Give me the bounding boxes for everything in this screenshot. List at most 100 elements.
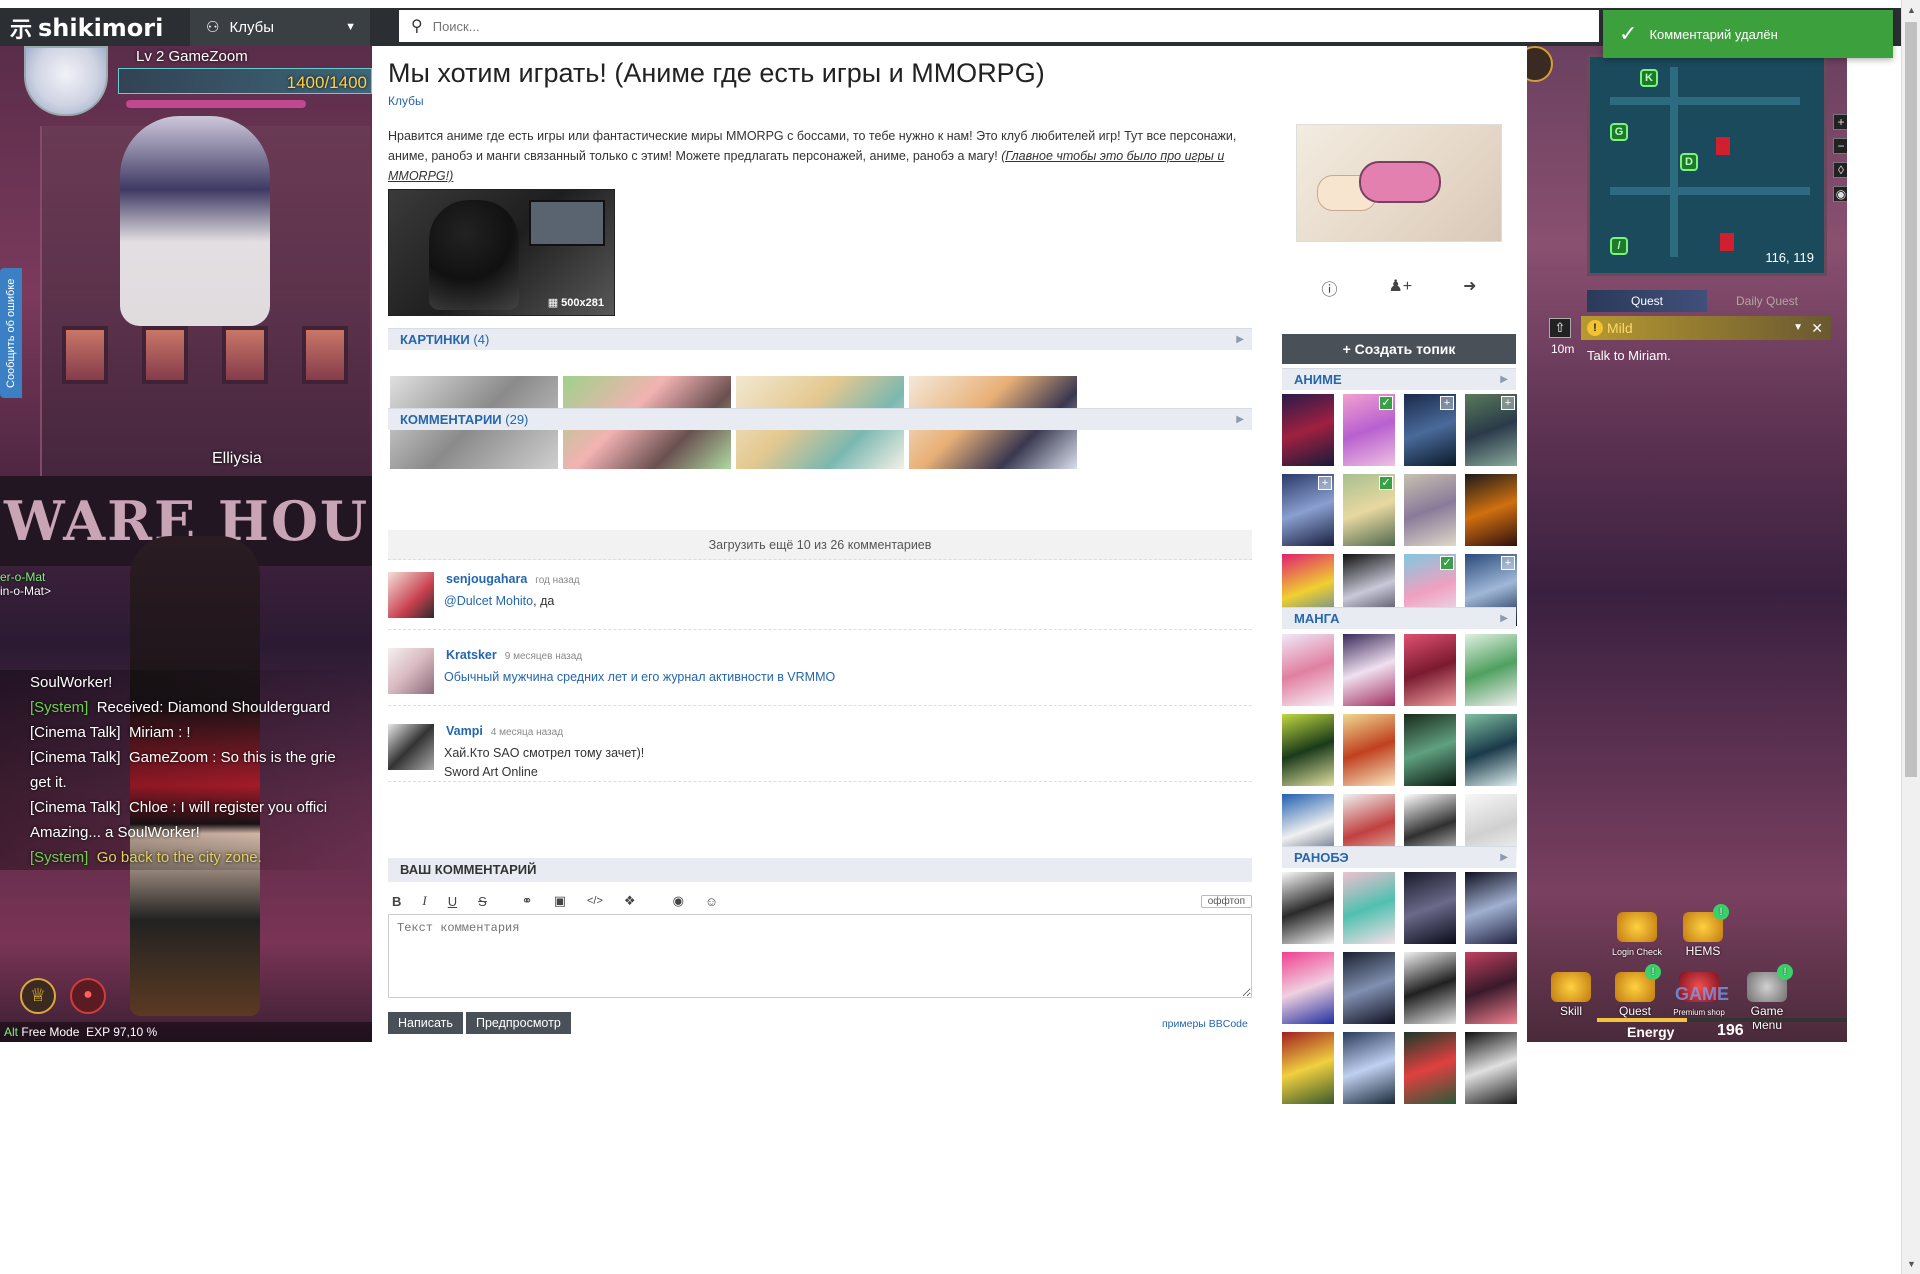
pictures-section-header[interactable]: КАРТИНКИ (4) ▶ [388, 328, 1252, 350]
notification-toast[interactable]: ✓ Комментарий удалён [1603, 10, 1893, 58]
club-image[interactable]: ▦ 500x281 [388, 189, 615, 316]
ranobe-cover[interactable] [1343, 952, 1395, 1024]
scroll-up-icon[interactable]: ▲ [1902, 2, 1920, 18]
italic-button[interactable]: I [422, 893, 426, 909]
upload-icon[interactable]: ◉ [673, 893, 684, 909]
manga-cover[interactable] [1282, 714, 1334, 786]
offtopic-toggle[interactable]: оффтоп [1200, 894, 1252, 908]
anime-grid: ✓ + + + ✓ ✓ + [1282, 394, 1517, 626]
manga-cover[interactable] [1465, 634, 1517, 706]
comment-author[interactable]: Vampi 4 месяца назад [446, 724, 563, 738]
anime-cover[interactable]: ✓ [1343, 474, 1395, 546]
comment-author[interactable]: senjougahara год назад [446, 572, 580, 586]
manga-section-header[interactable]: МАНГА ▶ [1282, 607, 1516, 629]
ranobe-cover[interactable] [1465, 872, 1517, 944]
tab-daily-quest[interactable]: Daily Quest [1707, 290, 1827, 312]
anime-cover[interactable]: + [1404, 394, 1456, 466]
achievement-icon[interactable] [1527, 46, 1553, 82]
manga-cover[interactable] [1404, 634, 1456, 706]
manga-cover[interactable] [1282, 634, 1334, 706]
info-icon[interactable]: ⓘ [1321, 276, 1337, 300]
manga-cover[interactable] [1465, 714, 1517, 786]
clubs-dropdown[interactable]: ⚇ Клубы ▼ [190, 8, 370, 46]
comments-section-header[interactable]: КОММЕНТАРИИ (29) ▶ [388, 408, 1252, 430]
page-scrollbar[interactable]: ▲ ▼ [1901, 0, 1920, 1274]
create-topic-button[interactable]: + Создать топик [1282, 334, 1516, 364]
preview-button[interactable]: Предпросмотр [466, 1012, 571, 1034]
ranobe-cover[interactable] [1404, 872, 1456, 944]
chat-line: [System] Go back to the city zone. [30, 845, 372, 870]
close-icon[interactable]: ✕ [1811, 316, 1823, 340]
npc-sub: in-o-Mat> [0, 584, 52, 598]
submit-button[interactable]: Написать [388, 1012, 463, 1034]
minimap[interactable]: K G D / 116, 119 [1587, 54, 1827, 276]
lock-icon[interactable]: ● [70, 978, 106, 1014]
compass-icon[interactable]: ◊ [1833, 162, 1847, 178]
breadcrumb[interactable]: Клубы [388, 94, 424, 108]
manga-cover[interactable] [1343, 634, 1395, 706]
comments-count: (29) [505, 412, 529, 427]
ranobe-cover[interactable] [1282, 1032, 1334, 1104]
skill-button[interactable]: Skill [1543, 972, 1599, 1018]
ranobe-cover[interactable] [1282, 872, 1334, 944]
comment-time: 9 месяцев назад [504, 651, 583, 662]
anime-cover[interactable]: + [1282, 474, 1334, 546]
chat-channel: [System] [30, 849, 89, 866]
quest-button[interactable]: ! Quest [1607, 964, 1663, 1018]
chat-line: [Cinema Talk] Miriam : ! [30, 720, 372, 745]
comment-textarea[interactable] [388, 914, 1252, 998]
anime-cover[interactable]: + [1465, 394, 1517, 466]
ranobe-cover[interactable] [1465, 1032, 1517, 1104]
bbcode-link[interactable]: примеры BBCode [1162, 1018, 1248, 1030]
smiley-icon[interactable]: ☺ [705, 894, 718, 909]
spoiler-icon[interactable]: ❖ [624, 893, 636, 909]
bold-button[interactable]: B [392, 894, 401, 909]
site-logo[interactable]: 示 shikimori [10, 10, 163, 46]
comment: senjougahara год назад @Dulcet Mohito, да [388, 568, 1252, 630]
leave-icon[interactable]: ➜ [1463, 276, 1476, 300]
ranobe-cover[interactable] [1343, 872, 1395, 944]
avatar[interactable] [388, 572, 434, 618]
ranobe-section-header[interactable]: РАНОБЭ ▶ [1282, 846, 1516, 868]
trophy-icon[interactable]: ♕ [20, 978, 56, 1014]
pictures-count: (4) [473, 332, 490, 347]
strike-button[interactable]: S [478, 894, 487, 909]
anime-cover[interactable] [1465, 474, 1517, 546]
manga-cover[interactable] [1404, 714, 1456, 786]
quest-header[interactable]: ! Mild ▼ ✕ [1581, 316, 1831, 340]
ranobe-cover[interactable] [1282, 952, 1334, 1024]
tab-quest[interactable]: Quest [1587, 290, 1707, 312]
ranobe-cover[interactable] [1465, 952, 1517, 1024]
load-more-comments[interactable]: Загрузить ещё 10 из 26 комментариев [388, 530, 1252, 560]
zoom-in-icon[interactable]: + [1833, 114, 1847, 130]
pin-icon[interactable]: ◉ [1833, 186, 1847, 202]
code-icon[interactable]: </> [587, 895, 603, 907]
report-error-tab[interactable]: Сообщить об ошибке [0, 268, 22, 398]
image-icon[interactable]: ▣ [554, 893, 566, 909]
comment-author[interactable]: Kratsker 9 месяцев назад [446, 648, 582, 662]
chat-message: get it. [30, 774, 67, 791]
hems-button[interactable]: ! HEMS [1675, 904, 1731, 958]
anime-section-header[interactable]: АНИМЕ ▶ [1282, 368, 1516, 390]
scroll-down-icon[interactable]: ▼ [1902, 1256, 1920, 1272]
avatar[interactable] [388, 648, 434, 694]
join-icon[interactable]: ♟+ [1388, 276, 1412, 300]
arrow-up-icon[interactable]: ⇧ [1549, 318, 1571, 338]
scrollbar-thumb[interactable] [1905, 22, 1917, 777]
anime-cover[interactable]: ✓ [1343, 394, 1395, 466]
manga-cover[interactable] [1343, 714, 1395, 786]
zoom-out-icon[interactable]: − [1833, 138, 1847, 154]
ranobe-cover[interactable] [1343, 1032, 1395, 1104]
anime-cover[interactable] [1404, 474, 1456, 546]
search-input[interactable] [432, 18, 1502, 34]
anime-cover[interactable] [1282, 394, 1334, 466]
underline-button[interactable]: U [448, 894, 457, 909]
login-check-button[interactable]: Login Check [1609, 912, 1665, 958]
ranobe-cover[interactable] [1404, 952, 1456, 1024]
avatar[interactable] [388, 724, 434, 770]
anime-link[interactable]: Обычный мужчина средних лет и его журнал… [444, 670, 835, 684]
ranobe-cover[interactable] [1404, 1032, 1456, 1104]
link-icon[interactable]: ⚭ [522, 893, 533, 909]
mention-link[interactable]: @Dulcet Mohito [444, 594, 533, 608]
calendar-icon [1617, 912, 1657, 942]
